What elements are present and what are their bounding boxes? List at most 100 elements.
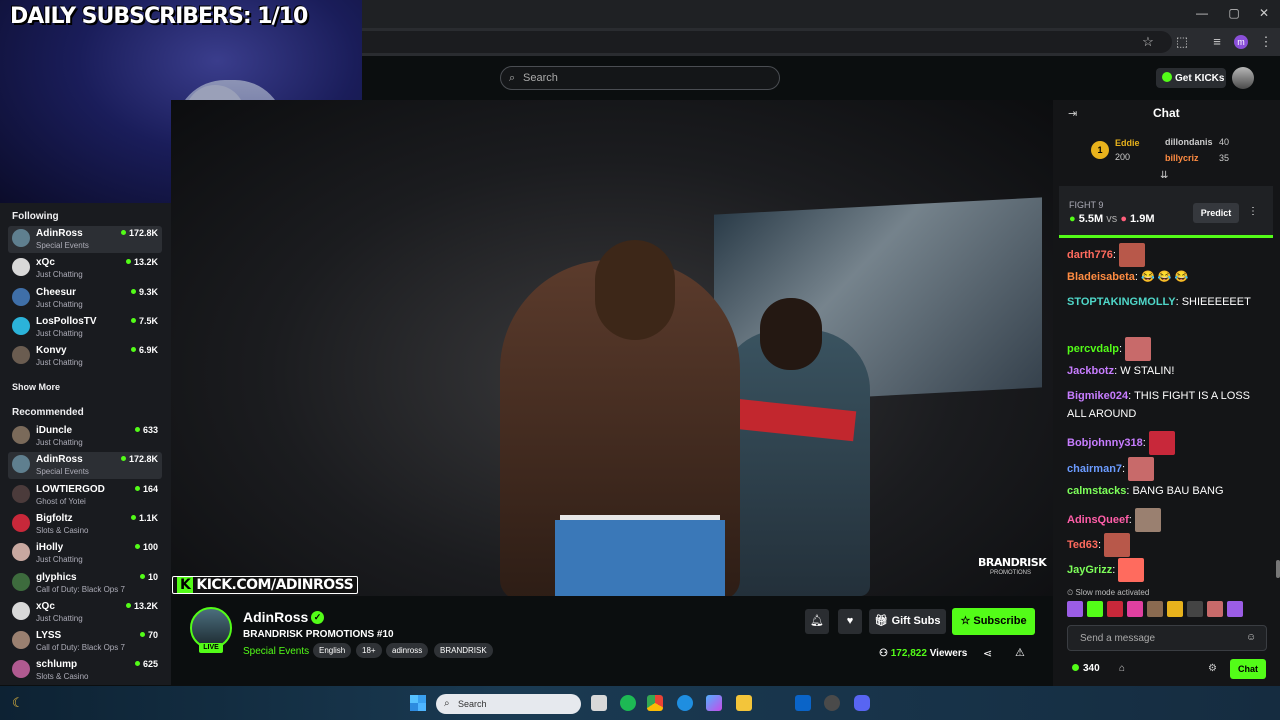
tag-chip[interactable]: BRANDRISK (434, 643, 493, 658)
search-input[interactable]: ⌕ Search (500, 66, 780, 90)
sidebar-channel[interactable]: Bigfoltz Slots & Casino 1.1K (8, 511, 162, 538)
sidebar-channel[interactable]: LosPollosTV Just Chatting 7.5K (8, 314, 162, 341)
discord-icon[interactable] (854, 695, 870, 711)
recommended-title: Recommended (12, 407, 84, 418)
sidebar-channel[interactable]: AdinRoss Special Events 172.8K (8, 226, 162, 253)
follow-heart-icon[interactable]: ♥ (838, 609, 862, 634)
channel-name: glyphics (36, 571, 77, 583)
chat-username[interactable]: calmstacks (1067, 485, 1126, 497)
sidebar-channel[interactable]: glyphics Call of Duty: Black Ops 7 10 (8, 570, 162, 597)
channel-category: Just Chatting (36, 438, 83, 447)
tag-chip[interactable]: adinross (386, 643, 429, 658)
kicks-icon (1162, 72, 1172, 82)
chat-username[interactable]: JayGrizz (1067, 564, 1112, 576)
sidebar-channel[interactable]: LYSS Call of Duty: Black Ops 7 70 (8, 628, 162, 655)
get-kicks-label: Get KICKs (1175, 73, 1225, 84)
chat-message-input[interactable]: Send a message (1067, 625, 1267, 651)
chat-message: chairman7: (1067, 457, 1267, 481)
sidebar-channel[interactable]: Konvy Just Chatting 6.9K (8, 343, 162, 370)
sidebar-channel[interactable]: iDuncle Just Chatting 633 (8, 423, 162, 450)
emote[interactable] (1227, 601, 1243, 617)
chat-emote (1125, 337, 1152, 361)
chat-username[interactable]: percvdalp (1067, 343, 1119, 355)
emote[interactable] (1147, 601, 1163, 617)
stream-category-link[interactable]: Special Events (243, 646, 309, 657)
tag-chip[interactable]: 18+ (356, 643, 382, 658)
sidebar-channel[interactable]: AdinRoss Special Events 172.8K (8, 452, 162, 480)
gift-subs-button[interactable]: 🎁︎ Gift Subs (869, 609, 946, 634)
emoji-picker-icon[interactable]: ☺ (1246, 632, 1256, 643)
emote[interactable] (1167, 601, 1183, 617)
sidebar-channel[interactable]: xQc Just Chatting 13.2K (8, 599, 162, 626)
store-icon[interactable]: ⌂ (1119, 663, 1125, 674)
report-icon[interactable]: ⚠ (1015, 646, 1025, 659)
subscribe-button[interactable]: ☆ Subscribe (952, 608, 1035, 635)
edge-icon[interactable] (677, 695, 693, 711)
leaderboard-first-name[interactable]: Eddie (1115, 138, 1140, 148)
share-icon[interactable]: ⋖ (983, 647, 992, 660)
minimize-icon[interactable]: — (1193, 6, 1211, 20)
notification-bell-icon[interactable]: 🔔︎ (805, 609, 829, 634)
chat-scrollbar[interactable] (1276, 560, 1280, 578)
chat-message: Ted63: (1067, 533, 1267, 557)
spotify-icon[interactable] (620, 695, 636, 711)
chat-username[interactable]: Jackbotz (1067, 365, 1114, 377)
chat-username[interactable]: AdinsQueef (1067, 514, 1129, 526)
prediction-more-icon[interactable]: ⋮ (1248, 206, 1258, 217)
emote[interactable] (1087, 601, 1103, 617)
chat-username[interactable]: STOPTAKINGMOLLY (1067, 296, 1176, 308)
copilot-icon[interactable] (706, 695, 722, 711)
leaderboard-second-name[interactable]: dillondanis (1165, 137, 1213, 147)
collapse-chat-icon[interactable]: ⇥ (1068, 107, 1077, 120)
chat-username[interactable]: darth776 (1067, 249, 1113, 261)
predict-button[interactable]: Predict (1193, 203, 1239, 223)
channel-name: AdinRoss (36, 228, 83, 239)
chat-username[interactable]: Bladeisabeta (1067, 271, 1135, 283)
streamer-name[interactable]: AdinRoss (243, 609, 308, 625)
chat-send-button[interactable]: Chat (1230, 659, 1266, 679)
weather-icon[interactable]: ☾ (12, 695, 24, 711)
sidebar-channel[interactable]: Cheesur Just Chatting 9.3K (8, 285, 162, 312)
reading-list-icon[interactable]: ≡ (1208, 34, 1226, 49)
chrome-icon[interactable] (647, 695, 663, 711)
show-more-link[interactable]: Show More (12, 382, 60, 392)
gear-icon[interactable]: ⚙ (1208, 663, 1217, 674)
start-icon[interactable] (410, 695, 426, 711)
expand-leaderboard-icon[interactable]: ⇊ (1160, 170, 1168, 181)
taskbar-search[interactable]: ⌕ Search (436, 694, 581, 714)
sidebar-channel[interactable]: iHolly Just Chatting 100 (8, 540, 162, 567)
search-icon: ⌕ (444, 698, 450, 709)
chat-username[interactable]: chairman7 (1067, 463, 1122, 475)
channel-avatar (12, 229, 30, 247)
extensions-icon[interactable]: ⬚ (1173, 34, 1191, 50)
chat-emote (1134, 508, 1161, 532)
task-view-icon[interactable] (591, 695, 607, 711)
chat-username[interactable]: Bobjohnny318 (1067, 437, 1143, 449)
emote[interactable] (1067, 601, 1083, 617)
tag-chip[interactable]: English (313, 643, 352, 658)
emote[interactable] (1107, 601, 1123, 617)
maximize-icon[interactable]: ▢ (1225, 6, 1243, 20)
sidebar-channel[interactable]: xQc Just Chatting 13.2K (8, 255, 162, 282)
channel-avatar (12, 660, 30, 679)
sidebar-channel[interactable]: LOWTIERGOD Ghost of Yotei 164 (8, 482, 162, 509)
get-kicks-button[interactable]: Get KICKs (1156, 68, 1226, 88)
chat-username[interactable]: Ted63 (1067, 539, 1098, 551)
close-icon[interactable]: ✕ (1255, 6, 1273, 20)
channel-category: Call of Duty: Black Ops 7 (36, 643, 125, 653)
emote[interactable] (1187, 601, 1203, 617)
user-avatar[interactable] (1232, 67, 1254, 89)
bookmark-star-icon[interactable]: ☆ (1139, 34, 1157, 50)
leaderboard-third-name[interactable]: billycriz (1165, 153, 1199, 163)
kicks-balance[interactable]: 340 (1072, 663, 1100, 674)
profile-avatar[interactable]: m (1234, 35, 1248, 49)
app-icon[interactable] (824, 695, 840, 711)
outlook-icon[interactable] (795, 695, 811, 711)
sidebar-channel[interactable]: schlump Slots & Casino 625 (8, 657, 162, 684)
browser-menu-icon[interactable]: ⋮ (1257, 34, 1275, 50)
file-explorer-icon[interactable] (736, 695, 752, 711)
chat-username[interactable]: Bigmike024 (1067, 390, 1128, 402)
emote[interactable] (1207, 601, 1223, 617)
emote[interactable] (1127, 601, 1143, 617)
address-bar[interactable] (362, 31, 1172, 53)
